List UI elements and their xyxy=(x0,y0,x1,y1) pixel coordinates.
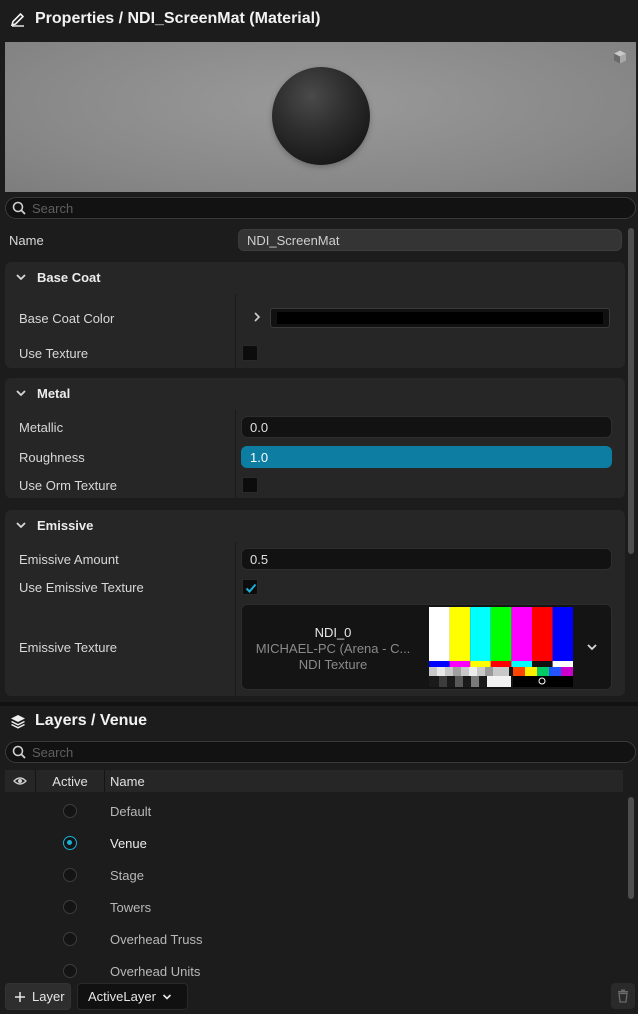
material-preview[interactable] xyxy=(5,42,636,192)
chevron-down-icon xyxy=(16,522,26,529)
use-texture-checkbox[interactable] xyxy=(242,345,258,361)
eye-icon xyxy=(13,777,27,785)
layer-row[interactable]: Towers xyxy=(0,891,626,923)
texture-source: MICHAEL-PC (Arena - C... xyxy=(255,641,411,656)
search-icon xyxy=(12,201,26,215)
layer-name: Default xyxy=(110,804,152,819)
active-layer-radio[interactable] xyxy=(63,868,77,882)
chevron-down-icon xyxy=(16,274,26,281)
metallic-label: Metallic xyxy=(19,420,64,435)
delete-layer-button[interactable] xyxy=(611,983,635,1009)
properties-search-input[interactable] xyxy=(32,200,592,216)
use-texture-label: Use Texture xyxy=(19,346,89,361)
properties-scrollbar[interactable] xyxy=(628,228,634,554)
layer-name: Overhead Truss xyxy=(110,932,203,947)
layer-name: Venue xyxy=(110,836,147,851)
texture-name: NDI_0 xyxy=(314,625,352,640)
add-layer-button[interactable]: Layer xyxy=(5,983,71,1010)
base-coat-header[interactable]: Base Coat xyxy=(15,262,101,292)
layer-row[interactable]: Stage xyxy=(0,859,626,891)
layer-row[interactable]: Venue xyxy=(0,827,626,859)
column-divider xyxy=(235,410,236,498)
texture-type: NDI Texture xyxy=(298,657,368,672)
emissive-texture-label: Emissive Texture xyxy=(19,640,118,655)
use-orm-texture-checkbox[interactable] xyxy=(242,477,258,493)
plus-icon xyxy=(15,991,25,1002)
active-layer-radio[interactable] xyxy=(63,804,77,818)
properties-search[interactable] xyxy=(5,197,636,219)
layer-row[interactable]: Overhead Truss xyxy=(0,923,626,955)
layers-search[interactable] xyxy=(5,741,636,763)
active-column-header[interactable]: Active xyxy=(36,770,105,792)
emissive-amount-label: Emissive Amount xyxy=(19,552,119,567)
pencil-icon xyxy=(10,11,26,27)
base-coat-title: Base Coat xyxy=(37,269,101,285)
trash-icon xyxy=(618,989,628,1003)
add-layer-label: Layer xyxy=(32,989,65,1004)
preview-sphere xyxy=(272,67,370,165)
emissive-header[interactable]: Emissive xyxy=(15,510,93,540)
ndi-test-pattern-thumbnail xyxy=(429,607,573,687)
properties-title-text: Properties / NDI_ScreenMat (Material) xyxy=(35,10,321,27)
metal-title: Metal xyxy=(37,385,71,401)
layers-table-header: Active Name xyxy=(5,770,623,792)
active-layer-radio[interactable] xyxy=(63,964,77,978)
search-icon xyxy=(12,745,26,759)
name-field[interactable]: NDI_ScreenMat xyxy=(238,229,622,251)
layers-icon xyxy=(10,713,26,729)
layers-panel-title: Layers / Venue xyxy=(0,706,638,736)
chevron-down-icon[interactable] xyxy=(586,641,598,656)
column-divider xyxy=(235,294,236,368)
layers-search-input[interactable] xyxy=(32,744,592,760)
base-coat-color-swatch[interactable] xyxy=(270,308,610,328)
active-layer-radio[interactable] xyxy=(63,836,77,850)
use-emissive-texture-label: Use Emissive Texture xyxy=(19,580,144,595)
layers-scrollbar[interactable] xyxy=(628,797,634,899)
roughness-slider[interactable]: 1.0 xyxy=(241,446,612,468)
properties-panel-title: Properties / NDI_ScreenMat (Material) xyxy=(0,0,638,38)
use-emissive-texture-checkbox[interactable] xyxy=(242,579,258,595)
texture-info: NDI_0 MICHAEL-PC (Arena - C... NDI Textu… xyxy=(250,625,416,673)
layer-row[interactable]: Default xyxy=(0,795,626,827)
roughness-label: Roughness xyxy=(19,450,85,465)
name-column-header[interactable]: Name xyxy=(105,770,623,792)
active-layer-dropdown-label: ActiveLayer xyxy=(88,989,156,1004)
visibility-column-header[interactable] xyxy=(5,770,36,792)
active-layer-radio[interactable] xyxy=(63,900,77,914)
active-layer-dropdown[interactable]: ActiveLayer xyxy=(77,983,188,1010)
name-label: Name xyxy=(9,233,44,248)
metallic-field[interactable]: 0.0 xyxy=(241,416,612,438)
layers-title-text: Layers / Venue xyxy=(35,712,148,729)
column-divider xyxy=(235,542,236,696)
cube-icon[interactable] xyxy=(612,49,628,65)
checkmark-icon xyxy=(245,583,257,593)
layer-name: Overhead Units xyxy=(110,964,201,979)
emissive-texture-picker[interactable]: NDI_0 MICHAEL-PC (Arena - C... NDI Textu… xyxy=(241,604,612,690)
emissive-title: Emissive xyxy=(37,517,94,533)
chevron-right-icon[interactable] xyxy=(251,311,263,326)
use-orm-texture-label: Use Orm Texture xyxy=(19,478,118,493)
layer-name: Towers xyxy=(110,900,152,915)
base-coat-color-label: Base Coat Color xyxy=(19,311,115,326)
layer-name: Stage xyxy=(110,868,144,883)
metal-header[interactable]: Metal xyxy=(15,378,70,408)
color-swatch-fill xyxy=(277,312,603,324)
emissive-amount-field[interactable]: 0.5 xyxy=(241,548,612,570)
chevron-down-icon xyxy=(16,390,26,397)
chevron-down-icon xyxy=(162,993,171,1000)
active-layer-radio[interactable] xyxy=(63,932,77,946)
